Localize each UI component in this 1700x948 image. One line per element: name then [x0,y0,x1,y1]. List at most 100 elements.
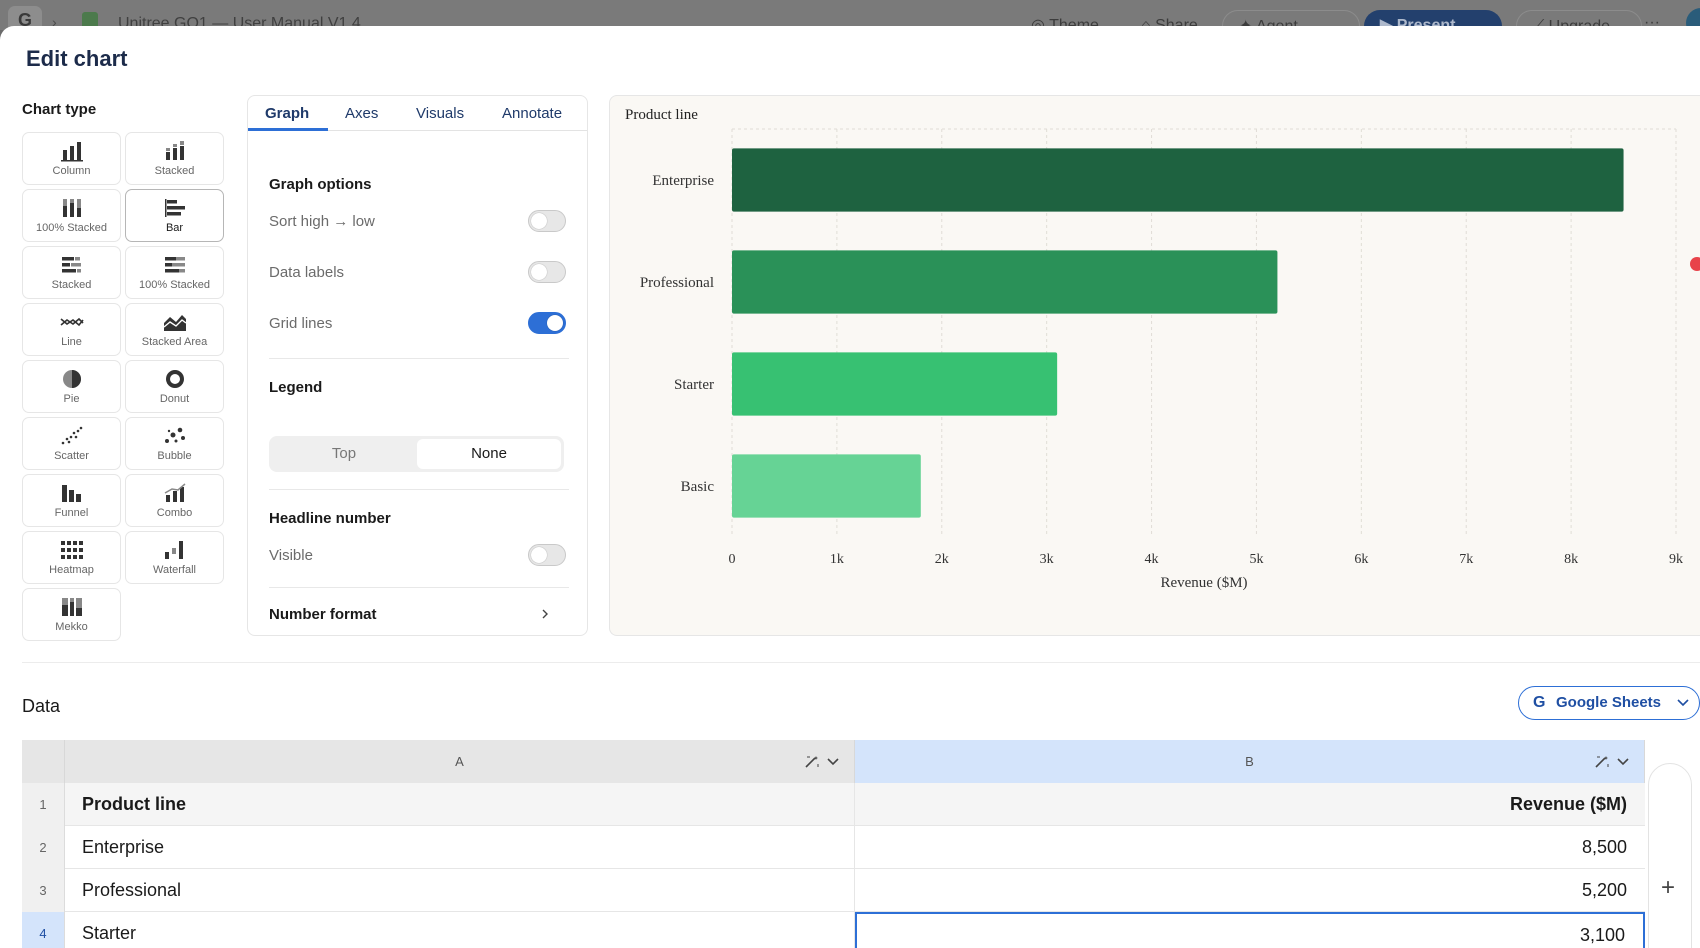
chart-type-label-scatter: Scatter [54,450,89,462]
section-divider [22,662,1700,663]
chart-type-combo[interactable]: Combo [125,474,224,527]
google-sheets-button[interactable]: G Google Sheets [1518,686,1700,720]
chart-type-100-stacked-bar[interactable]: 100% Stacked [125,246,224,299]
chart-type-donut[interactable]: Donut [125,360,224,413]
add-column-button[interactable]: + [1648,763,1692,948]
stacked-area-icon [163,315,186,331]
row-number[interactable]: 1 [22,783,65,826]
chart-type-waterfall[interactable]: Waterfall [125,531,224,584]
chart-type-label-column: Column [52,165,91,177]
percent-stacked-bar-icon [164,257,185,273]
row-number[interactable]: 3 [22,869,65,912]
modal-title: Edit chart [26,46,128,71]
divider [269,358,569,359]
chart-type-label-stacked-area: Stacked Area [141,336,208,348]
grid-lines-toggle[interactable] [528,312,566,334]
chevron-down-icon[interactable] [1616,757,1630,767]
chart-type-stacked-area[interactable]: Stacked Area [125,303,224,356]
x-tick-label: 5k [1249,552,1263,567]
chart-type-label-funnel: Funnel [54,507,89,519]
active-tab-indicator [248,128,328,131]
bar-basic [732,454,921,518]
pie-chart-icon [62,370,81,388]
x-tick-label: 8k [1564,552,1578,567]
stacked-bar-icon [61,257,81,273]
toggle-knob [531,547,547,563]
combo-chart-icon [164,483,185,502]
chart-type-label-pie: Pie [63,393,80,405]
x-axis-label: Revenue ($M) [1160,575,1247,591]
tab-axes[interactable]: Axes [345,105,378,122]
chart-type-pie[interactable]: Pie [22,360,121,413]
edit-chart-modal: Edit chart Chart type Column Stacked 100… [0,26,1700,948]
cell-b[interactable]: 5,200 [855,869,1645,912]
plus-icon: + [1661,874,1676,901]
visible-toggle[interactable] [528,544,566,566]
tab-graph[interactable]: Graph [265,105,309,122]
legend-option-none[interactable]: None [417,439,561,469]
chart-type-label-mekko: Mekko [55,621,88,633]
percent-stacked-column-icon [62,199,81,217]
x-tick-label: 1k [830,552,844,567]
chart-type-scatter[interactable]: Scatter [22,417,121,470]
google-sheets-label: Google Sheets [1556,694,1662,711]
magic-wand-icon[interactable] [804,755,820,769]
chevron-down-icon[interactable] [826,757,840,767]
toggle-knob [531,264,547,280]
cell-b[interactable]: Revenue ($M) [855,783,1645,826]
column-header-b-label: B [1245,754,1254,769]
chart-type-heatmap[interactable]: Heatmap [22,531,121,584]
x-tick-label: 0 [729,552,736,567]
tab-annotate[interactable]: Annotate [502,105,562,122]
data-sheet: A B 1 Product line Revenue ($M) 2 Enterp… [22,740,1645,948]
chart-type-line[interactable]: Line [22,303,121,356]
chart-type-label-waterfall: Waterfall [153,564,196,576]
toggle-knob [531,213,547,229]
chart-type-bar[interactable]: Bar [125,189,224,242]
x-tick-label: 9k [1669,552,1683,567]
data-labels-toggle[interactable] [528,261,566,283]
row-number[interactable]: 2 [22,826,65,869]
chart-type-100-stacked[interactable]: 100% Stacked [22,189,121,242]
cell-a[interactable]: Starter [65,912,855,948]
column-header-a[interactable]: A [65,740,855,783]
data-labels-label: Data labels [269,264,345,281]
cell-b[interactable]: 8,500 [855,826,1645,869]
chart-type-stacked-bar[interactable]: Stacked [22,246,121,299]
sheet-corner[interactable] [22,740,65,783]
chart-type-label-bubble: Bubble [157,450,192,462]
cell-b-selected[interactable]: 3,100 [855,912,1645,948]
chart-preview: Product line Enterprise Professional Starte… [609,95,1700,636]
chart-type-label-stacked-bar: Stacked [51,279,92,291]
chart-type-funnel[interactable]: Funnel [22,474,121,527]
chart-type-stacked[interactable]: Stacked [125,132,224,185]
sort-toggle[interactable] [528,210,566,232]
number-format-row[interactable]: Number format [269,606,377,623]
chevron-right-icon[interactable] [540,609,550,619]
category-label: Professional [640,275,714,291]
chart-type-bubble[interactable]: Bubble [125,417,224,470]
notification-dot [1690,257,1700,271]
chart-title: Product line [625,107,698,123]
magic-wand-icon[interactable] [1594,755,1610,769]
chart-type-label-line: Line [61,336,82,348]
chart-type-label-stacked: Stacked [154,165,195,177]
row-number[interactable]: 4 [22,912,65,948]
cell-a[interactable]: Product line [65,783,855,826]
legend-option-top[interactable]: Top [272,439,416,469]
chart-type-label-100-stacked-bar: 100% Stacked [139,279,210,291]
table-row: 2 Enterprise 8,500 [22,826,1645,869]
tab-visuals[interactable]: Visuals [416,105,464,122]
chart-type-mekko[interactable]: Mekko [22,588,121,641]
column-header-b[interactable]: B [855,740,1645,783]
column-chart-icon [60,142,83,162]
chart-type-grid: Column Stacked 100% Stacked Bar Stacked … [22,132,224,641]
table-row: 3 Professional 5,200 [22,869,1645,912]
cell-a[interactable]: Enterprise [65,826,855,869]
cell-a[interactable]: Professional [65,869,855,912]
chevron-down-icon [1677,699,1689,707]
x-tick-label: 6k [1354,552,1368,567]
chart-type-label-bar: Bar [165,222,184,234]
category-label: Enterprise [652,173,714,189]
chart-type-column[interactable]: Column [22,132,121,185]
